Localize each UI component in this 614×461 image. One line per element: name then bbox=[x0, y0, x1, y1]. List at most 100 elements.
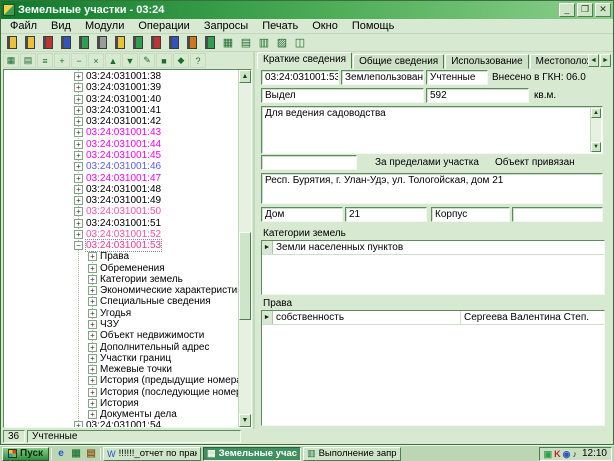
tree-item[interactable]: +Права bbox=[4, 251, 238, 262]
tree-item[interactable]: +03:24:031001:41 bbox=[4, 105, 238, 116]
maximize-button[interactable]: ❐ bbox=[577, 3, 593, 17]
book-blue-icon[interactable] bbox=[58, 35, 74, 51]
map-icon[interactable]: ◫ bbox=[292, 35, 308, 51]
expand-icon[interactable]: + bbox=[74, 219, 83, 228]
tree-item[interactable]: +03:24:031001:49 bbox=[4, 195, 238, 206]
tree-item[interactable]: +ЧЗУ bbox=[4, 319, 238, 330]
building-label-field[interactable]: Корпус bbox=[431, 207, 510, 222]
book-red-icon[interactable] bbox=[40, 35, 56, 51]
details-icon[interactable]: ≡ bbox=[37, 53, 53, 68]
expand-icon[interactable]: + bbox=[88, 264, 97, 273]
tree-item[interactable]: +03:24:031001:47 bbox=[4, 172, 238, 183]
tree-item[interactable]: +Категории земель bbox=[4, 274, 238, 285]
address-field[interactable]: Респ. Бурятия, г. Улан-Удэ, ул. Тологойс… bbox=[261, 173, 603, 204]
tab-1[interactable]: Общие сведения bbox=[353, 54, 444, 69]
expand-icon[interactable]: + bbox=[88, 343, 97, 352]
scroll-down-icon[interactable]: ▼ bbox=[591, 142, 601, 152]
record-status-field[interactable]: Учтенные bbox=[426, 70, 488, 85]
close-button[interactable]: ✕ bbox=[595, 3, 611, 17]
menu-item-3[interactable]: Операции bbox=[131, 19, 196, 33]
tab-2[interactable]: Использование bbox=[445, 54, 528, 69]
menu-item-5[interactable]: Печать bbox=[255, 19, 305, 33]
tree-item[interactable]: +03:24:031001:39 bbox=[4, 82, 238, 93]
tree-item[interactable]: +Документы дела bbox=[4, 409, 238, 420]
taskbar-task-1[interactable]: ▦Земельные участ... bbox=[203, 447, 301, 461]
tree-item[interactable]: +03:24:031001:44 bbox=[4, 139, 238, 150]
delete-icon[interactable]: × bbox=[88, 53, 104, 68]
house-label-field[interactable]: Дом bbox=[261, 207, 343, 222]
tree-item[interactable]: +03:24:031001:48 bbox=[4, 184, 238, 195]
taskbar-task-0[interactable]: W!!!!!!_отчет по практи... bbox=[103, 447, 201, 461]
tree-item[interactable]: +03:24:031001:38 bbox=[4, 71, 238, 82]
book-red-icon[interactable] bbox=[148, 35, 164, 51]
tree-item[interactable]: +Объект недвижимости bbox=[4, 330, 238, 341]
tree-item[interactable]: +03:24:031001:40 bbox=[4, 94, 238, 105]
report-icon[interactable]: ▨ bbox=[274, 35, 290, 51]
expand-icon[interactable]: + bbox=[74, 151, 83, 160]
filter-icon[interactable]: ◆ bbox=[173, 53, 189, 68]
green-app-tray-icon[interactable]: ▣ bbox=[544, 448, 553, 460]
book-yellow-icon[interactable] bbox=[112, 35, 128, 51]
expand-icon[interactable]: + bbox=[88, 354, 97, 363]
expand-icon[interactable]: + bbox=[74, 106, 83, 115]
tree-item[interactable]: +Специальные сведения bbox=[4, 296, 238, 307]
menu-item-4[interactable]: Запросы bbox=[197, 19, 255, 33]
book-orange-icon[interactable] bbox=[184, 35, 200, 51]
sort-desc-icon[interactable]: ▼ bbox=[122, 53, 138, 68]
tree-item[interactable]: +Дополнительный адрес bbox=[4, 341, 238, 352]
tab-scroll-left-icon[interactable]: ◄ bbox=[588, 54, 599, 67]
tree-item[interactable]: +Участки границ bbox=[4, 353, 238, 364]
book-green-icon[interactable] bbox=[130, 35, 146, 51]
permitted-use-textarea[interactable]: Для ведения садоводства ▲ ▼ bbox=[261, 106, 603, 154]
expand-icon[interactable]: + bbox=[74, 72, 83, 81]
expand-icon[interactable]: + bbox=[88, 410, 97, 419]
tree-scrollbar[interactable]: ▲ ▼ bbox=[238, 70, 251, 427]
table-icon[interactable]: ▤ bbox=[238, 35, 254, 51]
edit-icon[interactable]: ✎ bbox=[139, 53, 155, 68]
expand-icon[interactable]: + bbox=[74, 162, 83, 171]
grid-icon[interactable]: ▥ bbox=[256, 35, 272, 51]
expand-icon[interactable]: + bbox=[74, 196, 83, 205]
tree-item[interactable]: +Экономические характеристики bbox=[4, 285, 238, 296]
document-icon[interactable]: ▤ bbox=[84, 447, 98, 460]
expand-icon[interactable]: + bbox=[74, 174, 83, 183]
parcel-type-field[interactable]: Землепользование bbox=[341, 70, 424, 85]
tree-item[interactable]: +03:24:031001:50 bbox=[4, 206, 238, 217]
expand-icon[interactable]: + bbox=[88, 320, 97, 329]
tree-item[interactable]: +История bbox=[4, 398, 238, 409]
tree-item[interactable]: +03:24:031001:52 bbox=[4, 229, 238, 240]
book-green-icon[interactable] bbox=[202, 35, 218, 51]
tree-item[interactable]: +03:24:031001:45 bbox=[4, 150, 238, 161]
menu-item-1[interactable]: Вид bbox=[44, 19, 78, 33]
notebook-yellow-icon[interactable] bbox=[4, 35, 20, 51]
scroll-down-icon[interactable]: ▼ bbox=[239, 414, 251, 427]
building-number-field[interactable] bbox=[512, 207, 603, 222]
scroll-up-icon[interactable]: ▲ bbox=[591, 108, 601, 118]
tree-item[interactable]: +03:24:031001:51 bbox=[4, 217, 238, 228]
subtype-field[interactable]: Выдел bbox=[261, 88, 424, 103]
tab-0[interactable]: Краткие сведения bbox=[257, 52, 352, 69]
add-record-icon[interactable]: + bbox=[54, 53, 70, 68]
expand-icon[interactable]: + bbox=[88, 388, 97, 397]
remove-record-icon[interactable]: − bbox=[71, 53, 87, 68]
book-gray-icon[interactable] bbox=[94, 35, 110, 51]
tree-item[interactable]: +03:24:031001:42 bbox=[4, 116, 238, 127]
tab-3[interactable]: Местоположение bbox=[530, 54, 589, 69]
start-button[interactable]: Пуск bbox=[2, 447, 49, 461]
collapse-icon[interactable]: − bbox=[74, 241, 83, 250]
expand-icon[interactable]: + bbox=[74, 207, 83, 216]
internet-explorer-icon[interactable]: e bbox=[54, 447, 68, 460]
tree-item[interactable]: +История (последующие номера) bbox=[4, 386, 238, 397]
tab-scroll-right-icon[interactable]: ► bbox=[600, 54, 611, 67]
tree-item[interactable]: +Угодья bbox=[4, 308, 238, 319]
expand-icon[interactable]: + bbox=[74, 185, 83, 194]
textarea-scrollbar[interactable]: ▲ ▼ bbox=[590, 108, 601, 152]
expand-icon[interactable]: + bbox=[88, 275, 97, 284]
antivirus-tray-icon[interactable]: K bbox=[554, 448, 561, 460]
outside-parcel-field[interactable] bbox=[261, 155, 357, 170]
tree-item[interactable]: +03:24:031001:46 bbox=[4, 161, 238, 172]
cadastral-number-field[interactable]: 03:24:031001:53 bbox=[261, 70, 339, 85]
notebook-yellow-icon[interactable] bbox=[22, 35, 38, 51]
tree-item[interactable]: +Межевые точки bbox=[4, 364, 238, 375]
tree-item[interactable]: +Обременения bbox=[4, 263, 238, 274]
